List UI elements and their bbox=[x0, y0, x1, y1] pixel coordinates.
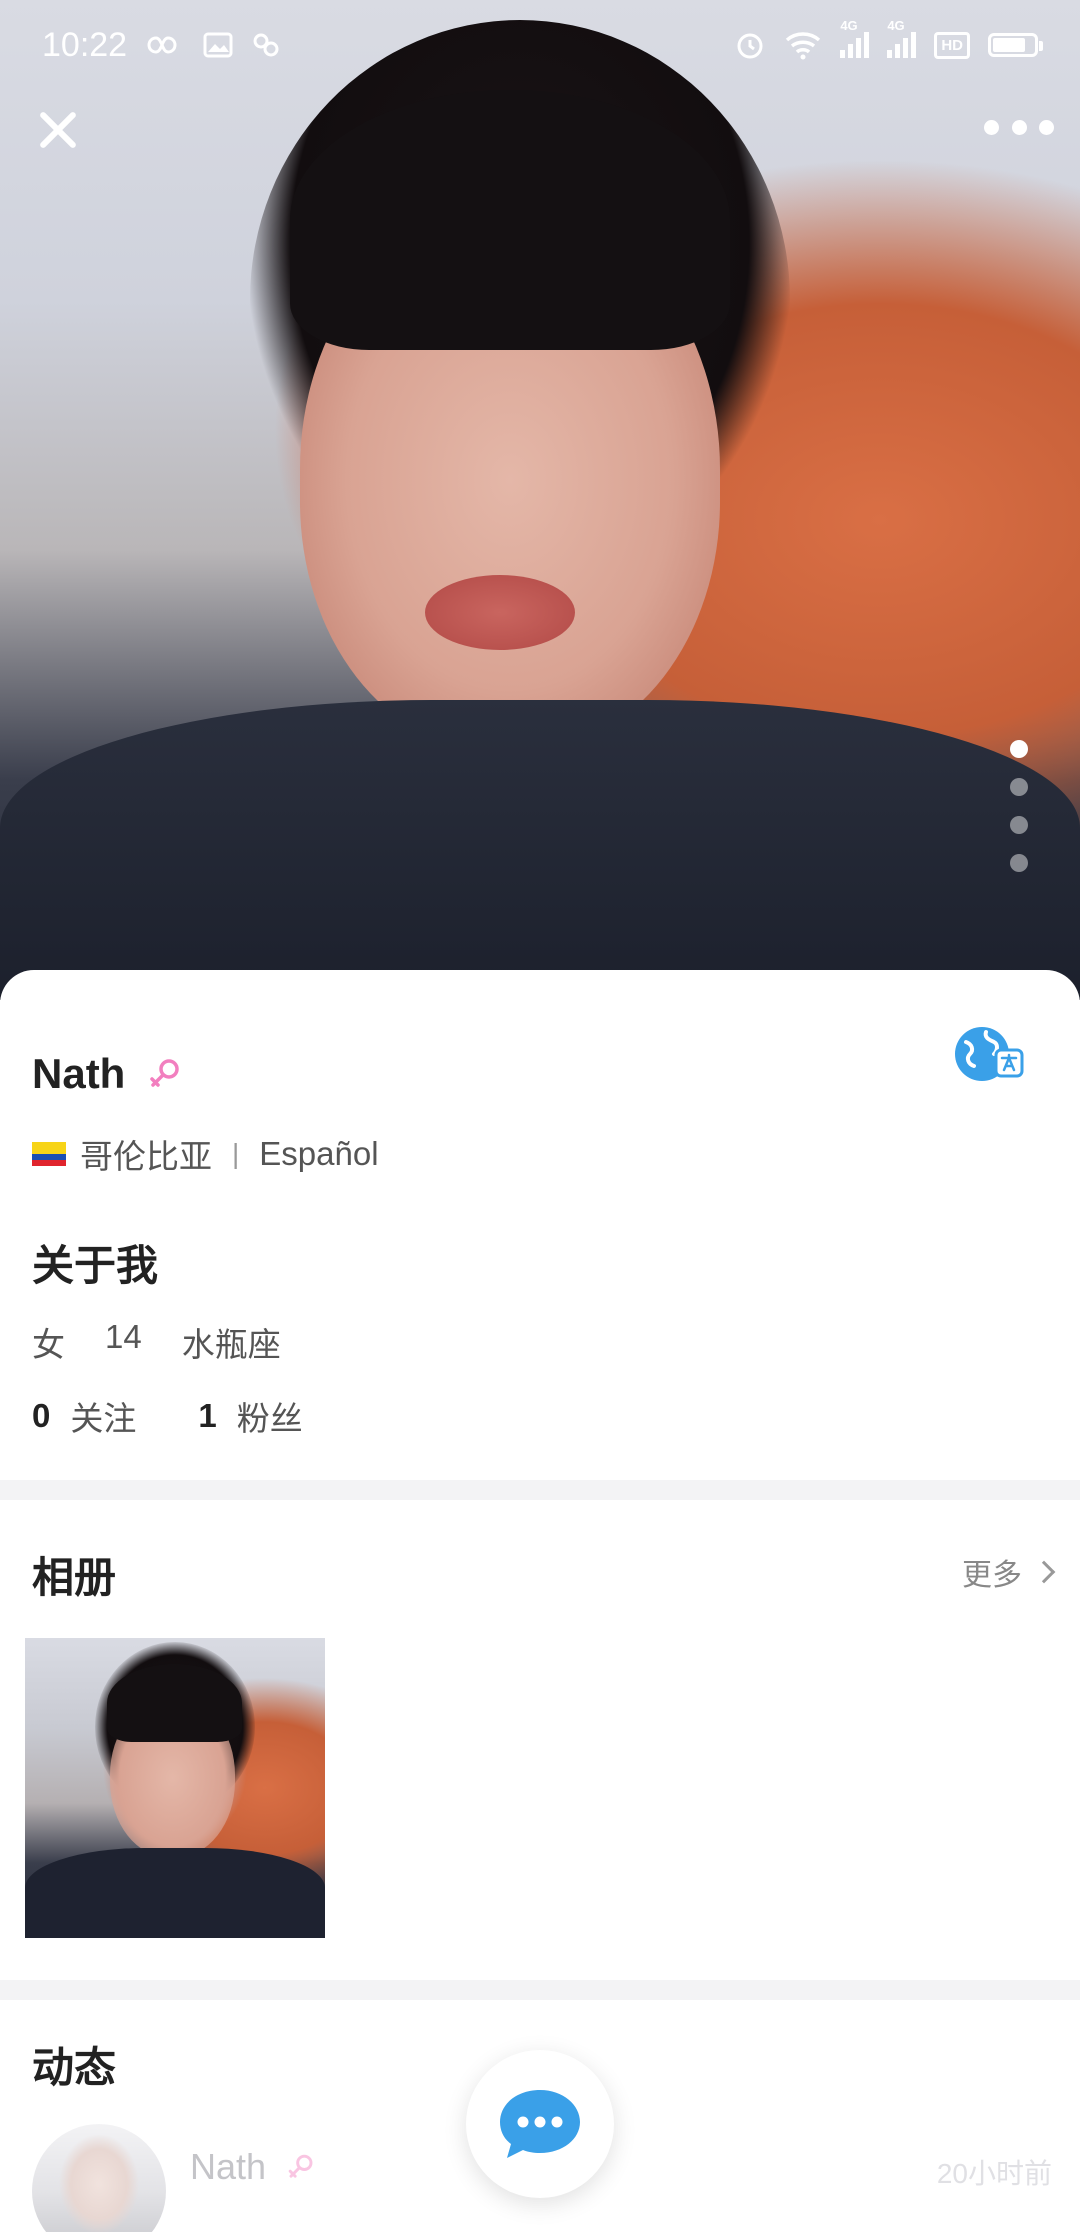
signal-4g-icon: 4G bbox=[840, 18, 870, 58]
more-icon[interactable] bbox=[984, 112, 1054, 142]
post-timestamp: 20小时前 bbox=[936, 2158, 1052, 2189]
photo-pager-dot[interactable] bbox=[1010, 854, 1028, 872]
infinity-icon bbox=[147, 36, 177, 54]
profile-photo[interactable] bbox=[0, 0, 1080, 1000]
follow-stats: 0 关注 1 粉丝 bbox=[32, 1392, 303, 1440]
alarm-icon bbox=[737, 33, 763, 59]
about-meta: 女 14 水瓶座 bbox=[32, 1318, 281, 1366]
status-time: 10:22 bbox=[42, 25, 128, 64]
chat-bubble-icon bbox=[500, 2090, 580, 2158]
section-divider bbox=[0, 1980, 1080, 2000]
chat-button[interactable] bbox=[466, 2050, 614, 2198]
translate-icon[interactable] bbox=[952, 1022, 1026, 1086]
followers-label[interactable]: 粉丝 bbox=[237, 1392, 303, 1440]
signal-network-label: 4G bbox=[840, 18, 858, 33]
language-label: Español bbox=[259, 1135, 379, 1172]
battery-fill bbox=[993, 38, 1025, 52]
location-row: 哥伦比亚 | Español bbox=[32, 1130, 379, 1178]
photo-bangs bbox=[290, 90, 730, 350]
album-title: 相册 bbox=[32, 1554, 117, 1601]
photo-pager-dot[interactable] bbox=[1010, 740, 1028, 758]
moments-title: 动态 bbox=[32, 2044, 117, 2091]
gender-label: 女 bbox=[32, 1326, 65, 1363]
link-icon bbox=[253, 33, 279, 57]
chevron-right-icon bbox=[1032, 1560, 1056, 1584]
more-dot bbox=[984, 119, 999, 135]
about-title: 关于我 bbox=[32, 1242, 159, 1289]
zodiac-label: 水瓶座 bbox=[181, 1326, 281, 1363]
album-more-button[interactable]: 更多 bbox=[962, 1550, 1056, 1594]
location-separator: | bbox=[232, 1138, 240, 1169]
signal-network-label: 4G bbox=[887, 18, 905, 33]
profile-card: Nath 哥伦比亚 | Español 关于我 女 14 水瓶座 0 关注 1 … bbox=[0, 970, 1080, 1480]
profile-name: Nath bbox=[32, 1050, 126, 1097]
hd-icon: HD bbox=[934, 31, 970, 59]
album-thumbnail[interactable] bbox=[25, 1638, 325, 1938]
status-bar: 10:22 4G 4G HD bbox=[0, 0, 1080, 90]
post-author-name: Nath bbox=[190, 2146, 267, 2187]
following-count[interactable]: 0 bbox=[32, 1397, 50, 1435]
photo-pager-dot[interactable] bbox=[1010, 816, 1028, 834]
album-more-label: 更多 bbox=[962, 1559, 1022, 1592]
close-icon[interactable] bbox=[28, 100, 88, 160]
more-dot bbox=[1039, 119, 1054, 135]
photo-pager-dot[interactable] bbox=[1010, 778, 1028, 796]
avatar[interactable] bbox=[32, 2124, 166, 2232]
wifi-icon bbox=[786, 32, 821, 60]
following-label[interactable]: 关注 bbox=[70, 1392, 136, 1440]
female-icon bbox=[150, 1059, 180, 1087]
signal-4g-icon: 4G bbox=[887, 18, 917, 58]
image-icon bbox=[203, 32, 233, 58]
country-label: 哥伦比亚 bbox=[80, 1138, 212, 1175]
section-divider bbox=[0, 1480, 1080, 1500]
age-label: 14 bbox=[105, 1318, 142, 1355]
photo-shirt bbox=[0, 700, 1080, 1000]
battery-icon bbox=[988, 33, 1043, 57]
colombia-flag-icon bbox=[32, 1142, 66, 1166]
hd-label: HD bbox=[941, 36, 963, 54]
female-icon bbox=[288, 2154, 313, 2178]
followers-count[interactable]: 1 bbox=[198, 1397, 216, 1435]
photo-pager[interactable] bbox=[1010, 740, 1028, 872]
photo-lips bbox=[425, 575, 575, 650]
more-dot bbox=[1011, 119, 1027, 135]
